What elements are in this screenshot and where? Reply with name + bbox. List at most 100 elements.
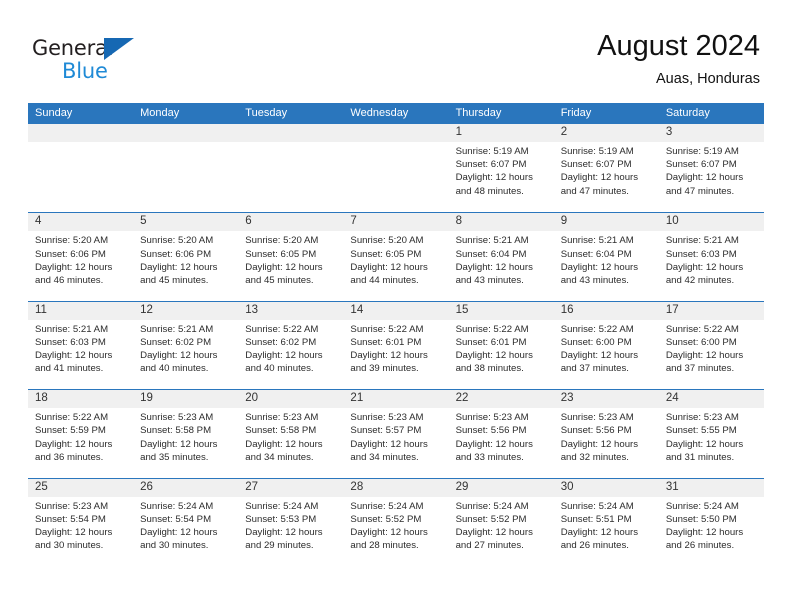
calendar-day-cell[interactable]: 21 Sunrise: 5:23 AM Sunset: 5:57 PM Dayligh…	[343, 390, 448, 477]
sunset-text: Sunset: 5:59 PM	[35, 425, 106, 437]
sunset-text: Sunset: 6:07 PM	[455, 159, 527, 171]
daylight-text-line1: Daylight: 12 hours	[245, 438, 323, 450]
sunset-text: Sunset: 5:57 PM	[350, 425, 422, 437]
sunrise-text: Sunrise: 5:21 AM	[560, 235, 634, 247]
calendar-day-cell[interactable]: 6 Sunrise: 5:20 AM Sunset: 6:05 PM Daylight…	[238, 213, 343, 300]
daylight-text-line2: and 37 minutes.	[665, 363, 735, 375]
calendar-day-cell[interactable]: 31 Sunrise: 5:24 AM Sunset: 5:50 PM Dayligh…	[659, 479, 764, 566]
calendar-day-cell[interactable]: 11 Sunrise: 5:21 AM Sunset: 6:03 PM Dayligh…	[28, 302, 133, 389]
week-cells: 1 Sunrise: 5:19 AM Sunset: 6:07 PM Daylight…	[28, 124, 764, 212]
sunset-text: Sunset: 6:02 PM	[245, 336, 317, 348]
calendar-day-cell[interactable]: 12 Sunrise: 5:21 AM Sunset: 6:02 PM Dayligh…	[133, 302, 238, 389]
calendar-day-cell[interactable]: 5 Sunrise: 5:20 AM Sunset: 6:06 PM Daylight…	[133, 213, 238, 300]
daylight-text-line2: and 42 minutes.	[665, 275, 735, 286]
sunset-text: Sunset: 6:06 PM	[140, 248, 212, 260]
day-sun-info: Sunrise: 5:24 AM Sunset: 5:51 PM Daylight:…	[561, 500, 653, 553]
sunrise-text: Sunrise: 5:22 AM	[560, 323, 634, 335]
daylight-text-line1: Daylight: 12 hours	[665, 526, 744, 538]
calendar-day-cell[interactable]: 2 Sunrise: 5:19 AM Sunset: 6:07 PM Daylight…	[554, 124, 659, 212]
sunrise-text: Sunrise: 5:21 AM	[455, 235, 529, 247]
daylight-text-line2: and 34 minutes.	[245, 451, 314, 463]
day-sun-info: Sunrise: 5:24 AM Sunset: 5:54 PM Daylight:…	[140, 500, 232, 553]
day-sun-info: Sunrise: 5:23 AM Sunset: 5:54 PM Daylight:…	[35, 500, 127, 553]
sunset-text: Sunset: 5:54 PM	[140, 513, 212, 525]
day-number: 22	[455, 392, 469, 405]
daylight-text-line2: and 28 minutes.	[350, 540, 419, 552]
daylight-text-line1: Daylight: 12 hours	[245, 526, 323, 538]
calendar-day-cell[interactable]: 25 Sunrise: 5:23 AM Sunset: 5:54 PM Dayligh…	[28, 479, 133, 566]
day-number: 19	[140, 392, 153, 405]
calendar-page: General Blue August 2024 Auas, Honduras …	[0, 0, 792, 612]
calendar-day-cell[interactable]: 28 Sunrise: 5:24 AM Sunset: 5:52 PM Dayligh…	[343, 479, 448, 566]
day-sun-info: Sunrise: 5:23 AM Sunset: 5:58 PM Daylight:…	[140, 411, 232, 464]
daylight-text-line2: and 31 minutes.	[665, 451, 735, 463]
sunset-text: Sunset: 6:01 PM	[455, 336, 527, 348]
calendar-day-cell[interactable]: 7 Sunrise: 5:20 AM Sunset: 6:05 PM Daylight…	[343, 213, 448, 300]
calendar-day-cell[interactable]: 23 Sunrise: 5:23 AM Sunset: 5:56 PM Dayligh…	[554, 390, 659, 477]
calendar-day-cell-empty	[133, 124, 238, 212]
calendar-day-cell[interactable]: 18 Sunrise: 5:22 AM Sunset: 5:59 PM Dayligh…	[28, 390, 133, 477]
sunrise-text: Sunrise: 5:20 AM	[35, 235, 109, 247]
daylight-text-line2: and 40 minutes.	[140, 363, 209, 375]
calendar-day-cell[interactable]: 9 Sunrise: 5:21 AM Sunset: 6:04 PM Daylight…	[554, 213, 659, 300]
calendar-day-cell[interactable]: 20 Sunrise: 5:23 AM Sunset: 5:58 PM Dayligh…	[238, 390, 343, 477]
weekday-header-saturday: Saturday	[665, 107, 710, 119]
calendar-day-cell[interactable]: 10 Sunrise: 5:21 AM Sunset: 6:03 PM Dayligh…	[659, 213, 764, 300]
calendar-day-cell[interactable]: 24 Sunrise: 5:23 AM Sunset: 5:55 PM Dayligh…	[659, 390, 764, 477]
calendar-day-cell[interactable]: 16 Sunrise: 5:22 AM Sunset: 6:00 PM Dayligh…	[554, 302, 659, 389]
day-number: 2	[560, 126, 568, 138]
calendar-day-cell[interactable]: 13 Sunrise: 5:22 AM Sunset: 6:02 PM Dayligh…	[238, 302, 343, 389]
daylight-text-line2: and 40 minutes.	[245, 363, 314, 375]
calendar-day-cell[interactable]: 27 Sunrise: 5:24 AM Sunset: 5:53 PM Dayligh…	[238, 479, 343, 566]
day-sun-info: Sunrise: 5:20 AM Sunset: 6:05 PM Daylight:…	[350, 234, 442, 287]
sunset-text: Sunset: 5:58 PM	[245, 425, 317, 437]
calendar-day-cell[interactable]: 4 Sunrise: 5:20 AM Sunset: 6:06 PM Daylight…	[28, 213, 133, 300]
calendar-day-cell[interactable]: 29 Sunrise: 5:24 AM Sunset: 5:52 PM Dayligh…	[449, 479, 554, 566]
calendar-week-row: 4 Sunrise: 5:20 AM Sunset: 6:06 PM Daylight…	[28, 212, 764, 301]
sunrise-text: Sunrise: 5:23 AM	[140, 412, 214, 424]
day-number: 6	[245, 215, 252, 228]
general-blue-logo[interactable]: General Blue	[32, 36, 172, 88]
sunrise-text: Sunrise: 5:22 AM	[350, 323, 424, 335]
day-sun-info: Sunrise: 5:20 AM Sunset: 6:05 PM Daylight:…	[245, 234, 337, 287]
daylight-text-line1: Daylight: 12 hours	[560, 261, 639, 273]
day-number	[35, 124, 127, 142]
daylight-text-line1: Daylight: 12 hours	[665, 261, 744, 273]
daylight-text-line1: Daylight: 12 hours	[140, 526, 218, 538]
day-number: 10	[665, 215, 679, 228]
daylight-text-line2: and 30 minutes.	[140, 540, 209, 552]
daylight-text-line1: Daylight: 12 hours	[455, 438, 533, 450]
calendar-day-cell[interactable]: 3 Sunrise: 5:19 AM Sunset: 6:07 PM Daylight…	[659, 124, 764, 212]
day-number: 8	[455, 215, 462, 228]
sunset-text: Sunset: 6:06 PM	[35, 248, 106, 260]
day-sun-info: Sunrise: 5:22 AM Sunset: 5:59 PM Daylight:…	[35, 411, 127, 464]
page-subtitle-location: Auas, Honduras	[656, 71, 760, 87]
calendar-day-cell[interactable]: 8 Sunrise: 5:21 AM Sunset: 6:04 PM Daylight…	[449, 213, 554, 300]
week-cells: 25 Sunrise: 5:23 AM Sunset: 5:54 PM Dayligh…	[28, 479, 764, 566]
sunset-text: Sunset: 6:05 PM	[245, 248, 317, 260]
sunrise-text: Sunrise: 5:21 AM	[665, 235, 739, 247]
sunrise-text: Sunrise: 5:24 AM	[140, 500, 214, 512]
daylight-text-line1: Daylight: 12 hours	[35, 438, 113, 450]
calendar-day-cell[interactable]: 17 Sunrise: 5:22 AM Sunset: 6:00 PM Dayligh…	[659, 302, 764, 389]
calendar-day-cell[interactable]: 14 Sunrise: 5:22 AM Sunset: 6:01 PM Dayligh…	[343, 302, 448, 389]
day-number: 23	[560, 392, 574, 405]
calendar-day-cell[interactable]: 15 Sunrise: 5:22 AM Sunset: 6:01 PM Dayligh…	[449, 302, 554, 389]
sunrise-text: Sunrise: 5:22 AM	[245, 323, 319, 335]
calendar-day-cell[interactable]: 19 Sunrise: 5:23 AM Sunset: 5:58 PM Dayligh…	[133, 390, 238, 477]
calendar-day-cell[interactable]: 30 Sunrise: 5:24 AM Sunset: 5:51 PM Dayligh…	[554, 479, 659, 566]
calendar-day-cell[interactable]: 26 Sunrise: 5:24 AM Sunset: 5:54 PM Dayligh…	[133, 479, 238, 566]
calendar-day-cell[interactable]: 1 Sunrise: 5:19 AM Sunset: 6:07 PM Daylight…	[449, 124, 554, 212]
day-sun-info: Sunrise: 5:21 AM Sunset: 6:02 PM Daylight:…	[140, 323, 232, 376]
calendar-day-cell[interactable]: 22 Sunrise: 5:23 AM Sunset: 5:56 PM Dayligh…	[449, 390, 554, 477]
day-sun-info: Sunrise: 5:24 AM Sunset: 5:53 PM Daylight:…	[245, 500, 337, 553]
sunset-text: Sunset: 5:53 PM	[245, 513, 317, 525]
day-sun-info: Sunrise: 5:24 AM Sunset: 5:50 PM Daylight:…	[666, 500, 758, 553]
daylight-text-line2: and 45 minutes.	[140, 275, 209, 286]
day-sun-info: Sunrise: 5:23 AM Sunset: 5:56 PM Daylight:…	[561, 411, 653, 464]
day-number: 25	[35, 480, 48, 493]
sunrise-text: Sunrise: 5:20 AM	[140, 235, 214, 247]
day-sun-info: Sunrise: 5:23 AM Sunset: 5:57 PM Daylight:…	[350, 411, 442, 464]
weekday-header-wednesday: Wednesday	[350, 107, 409, 119]
day-number: 26	[140, 480, 153, 493]
